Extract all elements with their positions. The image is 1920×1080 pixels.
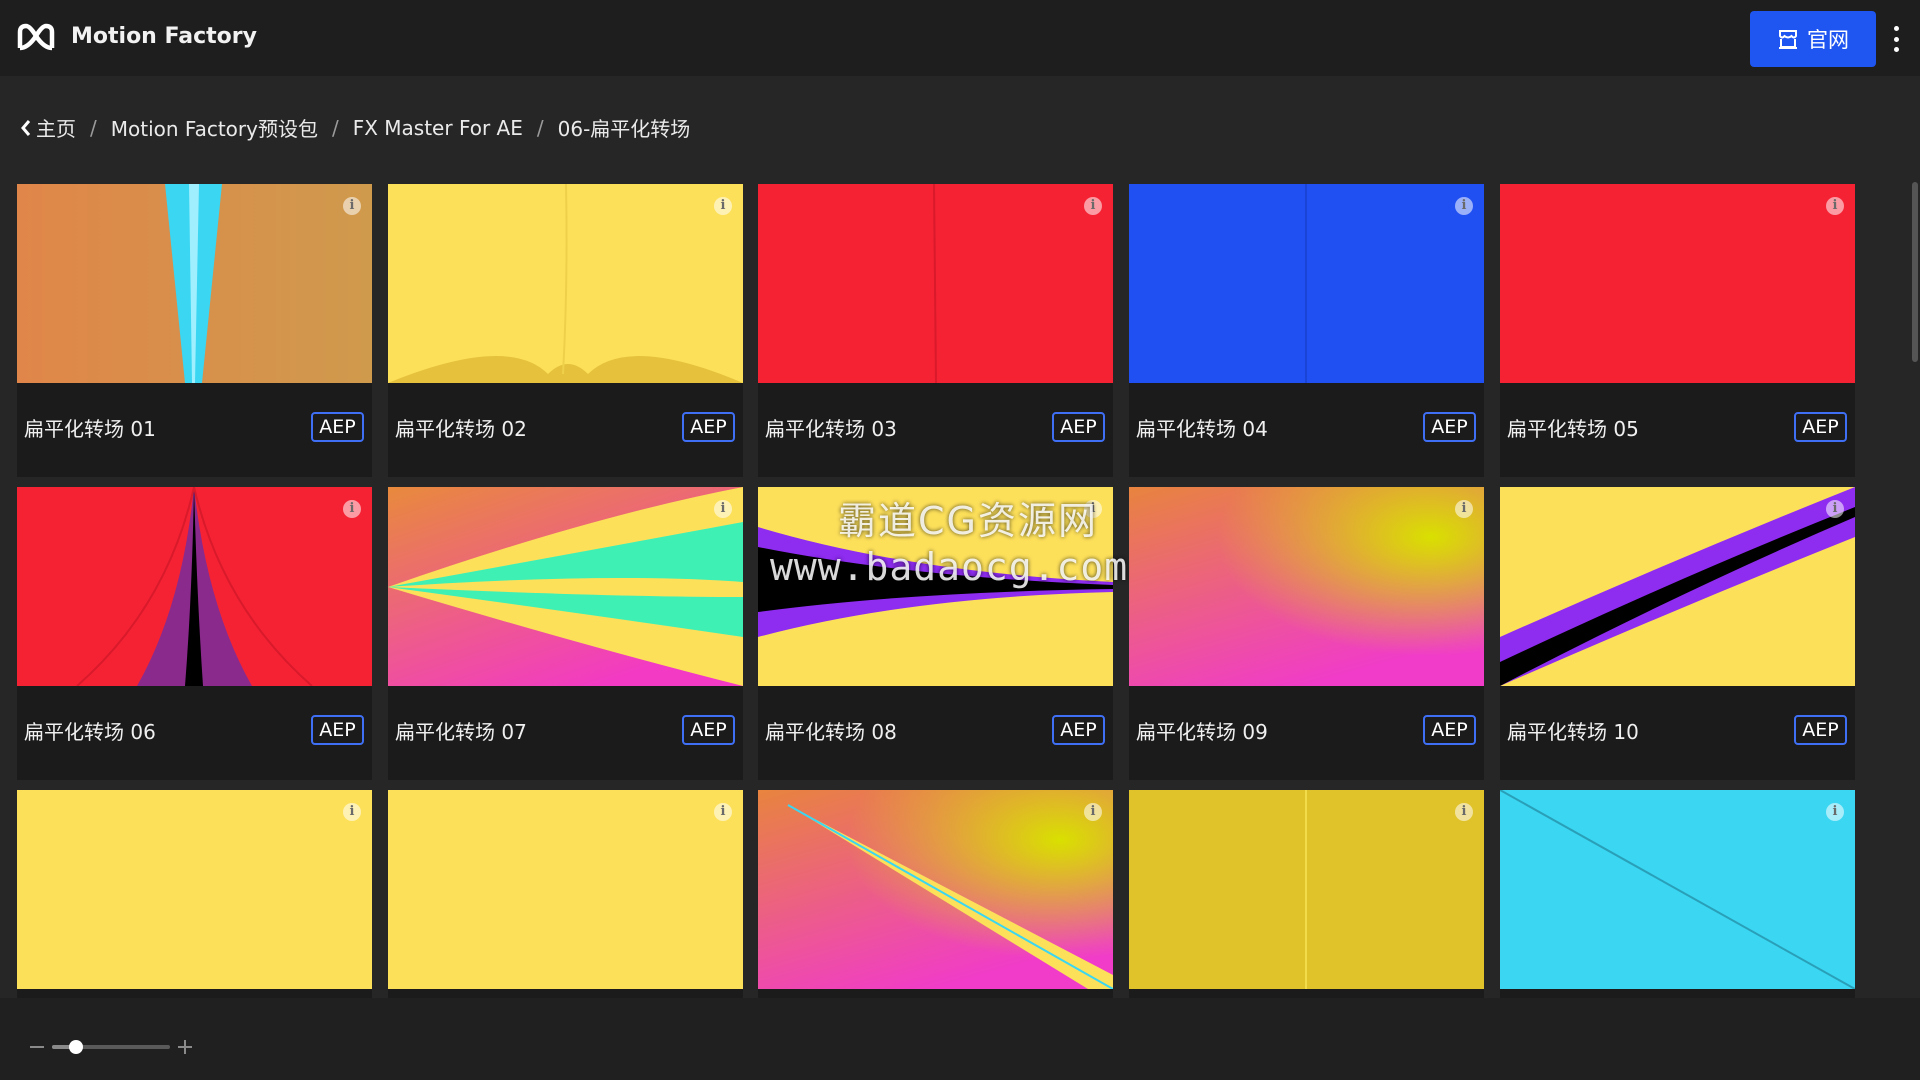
aep-badge: AEP [1794,412,1847,442]
info-icon[interactable]: i [1826,500,1844,518]
preset-card[interactable]: i 扁平化转场 01 AEP [17,184,372,477]
info-icon[interactable]: i [1826,803,1844,821]
top-bar: Motion Factory 官网 [0,0,1920,76]
preset-card[interactable]: i 扁平化转场 02 AEP [388,184,743,477]
chevron-left-icon[interactable] [20,118,32,138]
vertical-scrollbar[interactable] [1912,182,1918,362]
breadcrumb-current: 06-扁平化转场 [557,117,691,141]
more-menu-icon[interactable] [1890,26,1902,52]
preset-thumbnail[interactable] [1129,184,1484,383]
preset-card[interactable]: i [388,790,743,998]
preset-card[interactable]: i [1129,790,1484,998]
aep-badge: AEP [682,715,735,745]
info-icon[interactable]: i [343,803,361,821]
store-icon [1779,30,1797,49]
preset-card[interactable]: i 扁平化转场 10 AEP [1500,487,1855,780]
info-icon[interactable]: i [1084,803,1102,821]
preset-title: 扁平化转场 05 [1507,417,1639,441]
info-icon[interactable]: i [1084,197,1102,215]
preset-thumbnail[interactable] [388,790,743,989]
aep-badge: AEP [1052,715,1105,745]
preset-thumbnail[interactable] [1129,790,1484,989]
aep-badge: AEP [1794,715,1847,745]
preset-title: 扁平化转场 08 [765,720,897,744]
info-icon[interactable]: i [714,500,732,518]
preset-card[interactable]: i 扁平化转场 03 AEP [758,184,1113,477]
preset-title: 扁平化转场 02 [395,417,527,441]
aep-badge: AEP [1423,715,1476,745]
preset-title: 扁平化转场 01 [24,417,156,441]
preset-card[interactable]: i 扁平化转场 07 AEP [388,487,743,780]
preset-card[interactable]: i 扁平化转场 09 AEP [1129,487,1484,780]
preset-card[interactable]: i 扁平化转场 05 AEP [1500,184,1855,477]
preset-thumbnail[interactable] [17,790,372,989]
zoom-slider-handle[interactable] [68,1040,83,1054]
official-site-label: 官网 [1807,28,1849,52]
zoom-out-icon[interactable] [30,1046,44,1048]
preset-thumbnail[interactable] [758,790,1113,989]
preset-thumbnail[interactable] [758,487,1113,686]
info-icon[interactable]: i [1455,500,1473,518]
preset-card[interactable]: i [1500,790,1855,998]
breadcrumb: 主页 / Motion Factory预设包 / FX Master For A… [20,113,690,142]
preset-thumbnail[interactable] [1500,790,1855,989]
breadcrumb-separator: / [536,115,544,140]
preset-title: 扁平化转场 06 [24,720,156,744]
info-icon[interactable]: i [1084,500,1102,518]
info-icon[interactable]: i [1455,197,1473,215]
aep-badge: AEP [682,412,735,442]
bottom-bar [0,998,1920,1080]
preset-title: 扁平化转场 07 [395,720,527,744]
preset-thumbnail[interactable] [17,487,372,686]
preset-card[interactable]: i 扁平化转场 08 AEP [758,487,1113,780]
zoom-in-icon[interactable] [178,1040,192,1054]
motion-factory-logo-icon[interactable] [16,22,56,54]
aep-badge: AEP [1052,412,1105,442]
preset-card[interactable]: i [17,790,372,998]
breadcrumb-preset-pack[interactable]: Motion Factory预设包 [111,113,318,142]
app-title: Motion Factory [71,24,257,49]
preset-card[interactable]: i 扁平化转场 04 AEP [1129,184,1484,477]
breadcrumb-separator: / [90,115,97,140]
info-icon[interactable]: i [1826,197,1844,215]
preset-title: 扁平化转场 10 [1507,720,1639,744]
preset-title: 扁平化转场 04 [1136,417,1268,441]
preset-thumbnail[interactable] [388,487,743,686]
preset-thumbnail[interactable] [17,184,372,383]
info-icon[interactable]: i [1455,803,1473,821]
info-icon[interactable]: i [343,500,361,518]
info-icon[interactable]: i [714,197,732,215]
preset-title: 扁平化转场 09 [1136,720,1268,744]
preset-thumbnail[interactable] [1129,487,1484,686]
preset-thumbnail[interactable] [1500,487,1855,686]
breadcrumb-separator: / [331,115,339,140]
breadcrumb-home[interactable]: 主页 [36,113,76,142]
preset-card[interactable]: i [758,790,1113,998]
aep-badge: AEP [311,412,364,442]
aep-badge: AEP [311,715,364,745]
breadcrumb-fx-master[interactable]: FX Master For AE [353,116,523,140]
preset-thumbnail[interactable] [388,184,743,383]
info-icon[interactable]: i [343,197,361,215]
info-icon[interactable]: i [714,803,732,821]
preset-thumbnail[interactable] [1500,184,1855,383]
aep-badge: AEP [1423,412,1476,442]
preset-title: 扁平化转场 03 [765,417,897,441]
preset-card[interactable]: i 扁平化转场 06 AEP [17,487,372,780]
official-site-button[interactable]: 官网 [1750,11,1876,67]
preset-grid: i 扁平化转场 01 AEP i 扁平化转场 02 AEP i 扁平化转场 03… [0,170,1920,998]
preset-thumbnail[interactable] [758,184,1113,383]
